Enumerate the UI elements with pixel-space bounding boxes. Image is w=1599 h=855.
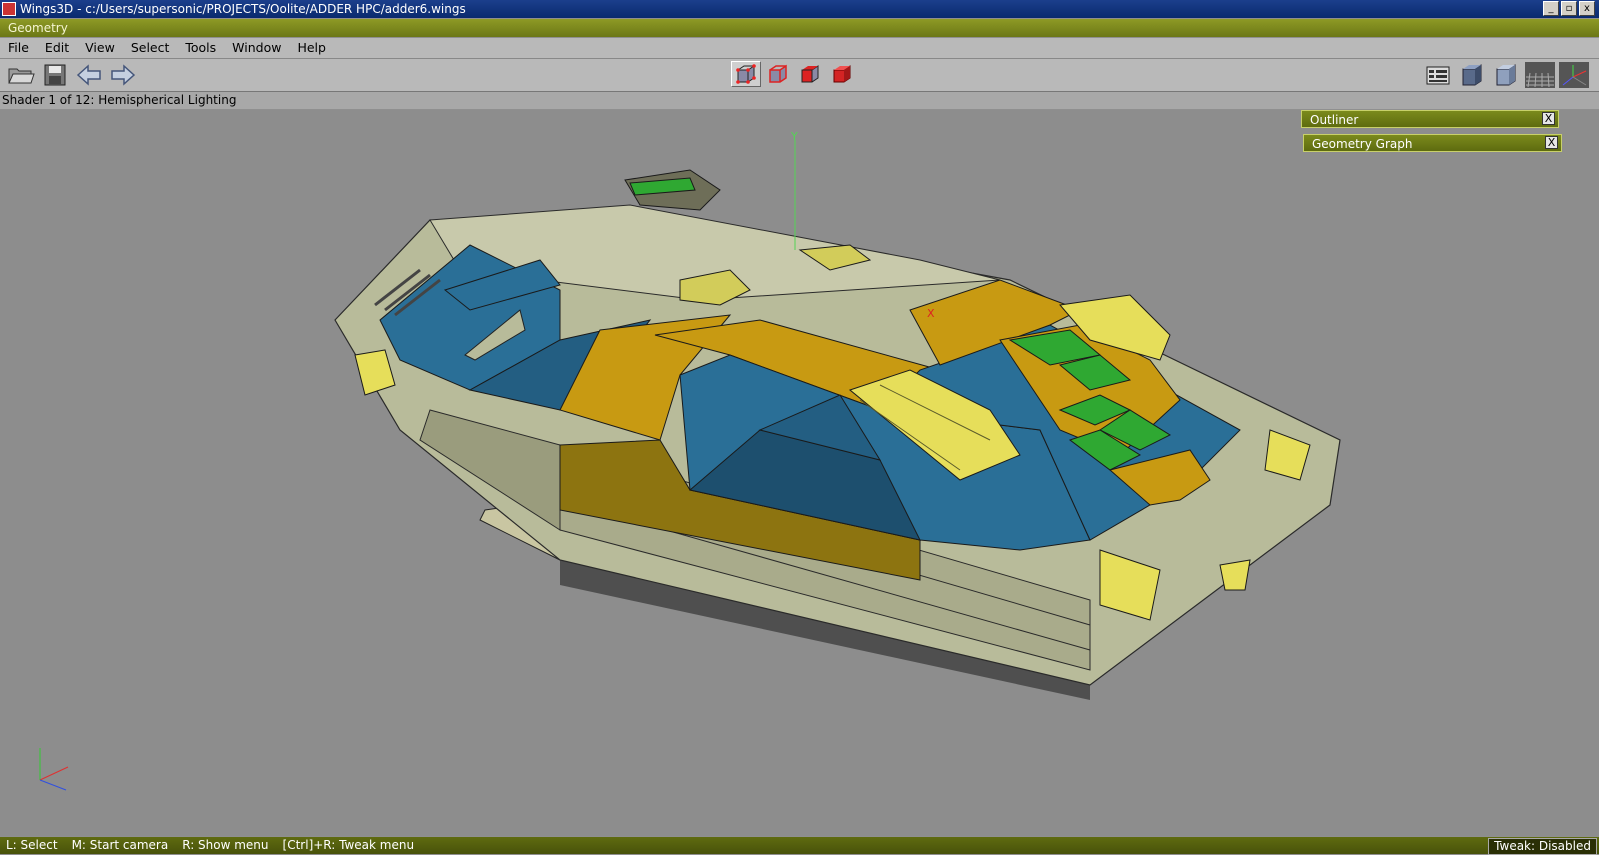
menu-help[interactable]: Help <box>289 38 334 58</box>
geometry-window-tab[interactable]: Geometry <box>0 19 1599 37</box>
wings3d-app-icon <box>2 2 16 16</box>
menu-tools[interactable]: Tools <box>177 38 224 58</box>
save-disk-icon[interactable] <box>40 62 70 88</box>
undo-arrow-icon[interactable] <box>74 62 104 88</box>
menu-bar: File Edit View Select Tools Window Help <box>0 38 1599 59</box>
flat-shaded-icon[interactable] <box>1491 62 1521 88</box>
vertex-mode-icon[interactable] <box>731 61 761 87</box>
adder-ship-model: Y X <box>39 130 1341 791</box>
status-ctrl-right-hint: [Ctrl]+R: Tweak menu <box>282 838 415 852</box>
ground-grid-icon[interactable] <box>1525 62 1555 88</box>
status-bar: L: Select M: Start camera R: Show menu [… <box>0 837 1599 855</box>
geometry-graph-close-button[interactable]: X <box>1545 136 1558 149</box>
window-title: Wings3D - c:/Users/supersonic/PROJECTS/O… <box>20 2 466 16</box>
menu-view[interactable]: View <box>77 38 123 58</box>
open-folder-icon[interactable] <box>6 62 36 88</box>
menu-select[interactable]: Select <box>123 38 178 58</box>
status-left-hint: L: Select <box>6 838 58 852</box>
y-axis-label: Y <box>790 130 798 143</box>
window-titlebar: Wings3D - c:/Users/supersonic/PROJECTS/O… <box>0 0 1599 18</box>
geometry-graph-panel[interactable]: Geometry Graph X <box>1303 134 1562 152</box>
icon-toolbar <box>0 59 1599 92</box>
menu-edit[interactable]: Edit <box>37 38 77 58</box>
3d-viewport[interactable]: Y X Outliner X Geometry Graph X <box>0 110 1599 836</box>
axes-icon[interactable] <box>1559 62 1589 88</box>
x-axis-label: X <box>927 307 935 320</box>
outliner-toggle-icon[interactable] <box>1423 62 1453 88</box>
body-mode-icon[interactable] <box>827 61 857 87</box>
close-button[interactable]: x <box>1579 1 1595 16</box>
geometry-tab-label: Geometry <box>8 21 68 35</box>
outliner-close-button[interactable]: X <box>1542 112 1555 125</box>
restore-button[interactable]: ▫ <box>1561 1 1577 16</box>
axis-gizmo <box>39 748 69 791</box>
tweak-status[interactable]: Tweak: Disabled <box>1488 838 1597 855</box>
face-mode-icon[interactable] <box>795 61 825 87</box>
minimize-button[interactable]: _ <box>1543 1 1559 16</box>
geometry-graph-label: Geometry Graph <box>1312 137 1413 151</box>
status-middle-hint: M: Start camera <box>71 838 169 852</box>
status-right-hint: R: Show menu <box>182 838 269 852</box>
smooth-shaded-icon[interactable] <box>1457 62 1487 88</box>
shader-status-text: Shader 1 of 12: Hemispherical Lighting <box>2 93 237 107</box>
edge-mode-icon[interactable] <box>763 61 793 87</box>
shader-info-bar: Shader 1 of 12: Hemispherical Lighting <box>0 92 1599 109</box>
menu-window[interactable]: Window <box>224 38 289 58</box>
menu-file[interactable]: File <box>0 38 37 58</box>
outliner-panel[interactable]: Outliner X <box>1301 110 1559 128</box>
outliner-label: Outliner <box>1310 113 1359 127</box>
redo-arrow-icon[interactable] <box>108 62 138 88</box>
